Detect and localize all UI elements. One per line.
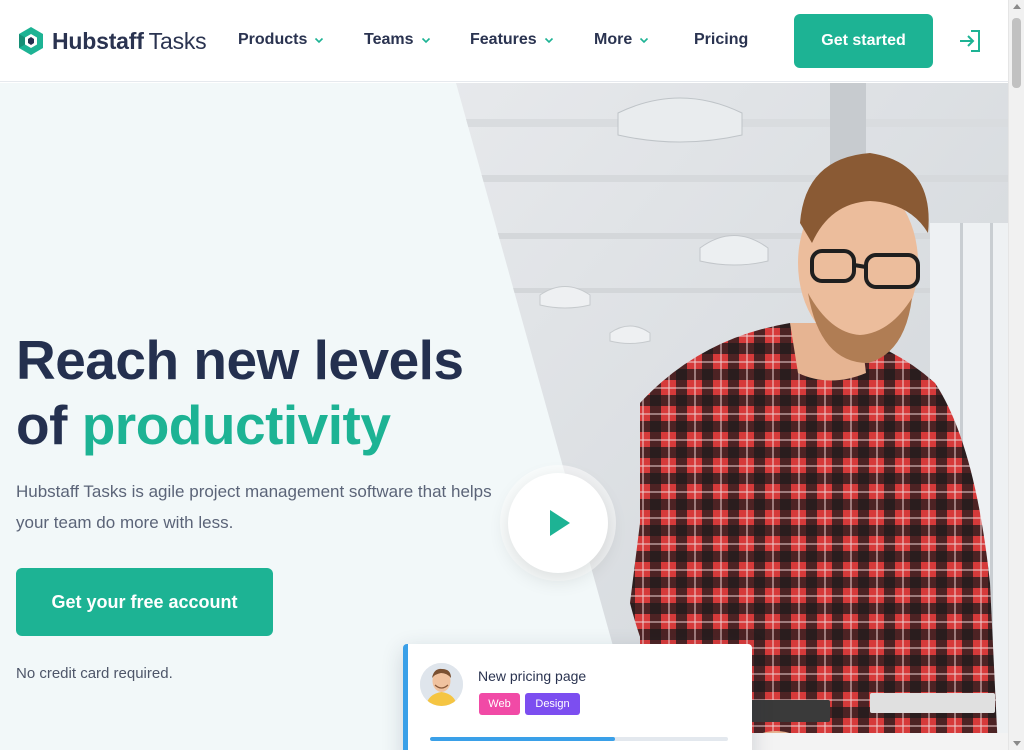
nav-item-teams[interactable]: Teams <box>364 31 431 49</box>
scroll-down-arrow-icon[interactable] <box>1013 741 1021 746</box>
task-progress-bar <box>430 737 728 741</box>
no-credit-card-note: No credit card required. <box>16 665 173 682</box>
headline-line-1: Reach new levels <box>16 329 464 391</box>
play-button-circle <box>508 473 608 573</box>
headline-accent: productivity <box>81 394 391 456</box>
nav-item-products[interactable]: Products <box>238 31 324 49</box>
get-started-button[interactable]: Get started <box>794 14 933 68</box>
chevron-down-icon <box>544 37 553 44</box>
hero-headline: Reach new levels of productivity <box>16 328 464 458</box>
chevron-down-icon <box>640 37 649 44</box>
scroll-up-arrow-icon[interactable] <box>1013 4 1021 9</box>
nav-item-label: Teams <box>364 31 414 48</box>
chevron-down-icon <box>315 37 324 44</box>
headline-line-2-prefix: of <box>16 394 82 456</box>
task-progress-fill <box>430 737 615 741</box>
logo[interactable]: Hubstaff Tasks <box>16 26 207 56</box>
sign-in-icon[interactable] <box>958 28 982 54</box>
nav-item-label: Features <box>470 31 537 48</box>
nav-item-more[interactable]: More <box>594 31 649 49</box>
logo-product: Tasks <box>148 27 207 54</box>
nav-item-label: Pricing <box>694 31 749 48</box>
video-play-button[interactable] <box>500 465 616 581</box>
nav-item-features[interactable]: Features <box>470 31 554 49</box>
hero-subtitle: Hubstaff Tasks is agile project manageme… <box>16 482 492 532</box>
task-card[interactable]: New pricing page Web Design <box>403 644 752 750</box>
nav-item-pricing[interactable]: Pricing <box>694 31 748 49</box>
tag-web: Web <box>479 693 520 715</box>
vertical-scrollbar[interactable] <box>1008 0 1024 750</box>
chevron-down-icon <box>421 37 430 44</box>
task-card-title: New pricing page <box>478 668 587 684</box>
get-free-account-button[interactable]: Get your free account <box>16 568 273 636</box>
avatar <box>420 663 463 706</box>
nav-item-label: More <box>594 31 633 48</box>
hero-section: Reach new levels of productivity Hubstaf… <box>0 83 1008 750</box>
tag-design: Design <box>525 693 580 715</box>
top-navigation: Hubstaff Tasks Products Teams Features Mo… <box>0 0 1008 82</box>
logo-brand: Hubstaff <box>52 27 144 54</box>
hubstaff-logo-icon <box>19 27 43 55</box>
scroll-thumb[interactable] <box>1012 18 1021 88</box>
logo-text: Hubstaff Tasks <box>52 27 207 55</box>
play-icon <box>550 510 570 536</box>
nav-item-label: Products <box>238 31 308 48</box>
